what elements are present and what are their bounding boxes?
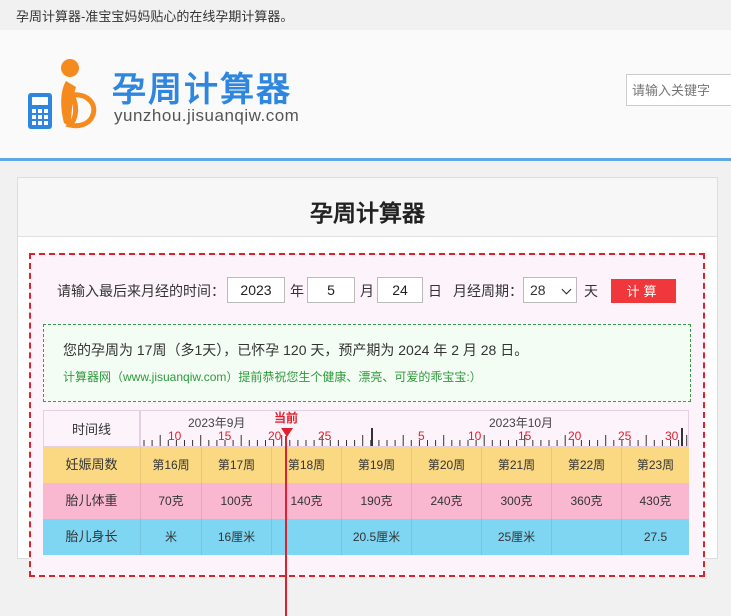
cycle-label: 月经周期： (453, 283, 523, 299)
result-box: 您的孕周为 17周（多1天），已怀孕 120 天，预产期为 2024 年 2 月… (43, 324, 691, 402)
site-header: 孕周计算器 yunzhou.jisuanqiw.com (0, 30, 731, 161)
timeline-cell: 米 (140, 519, 201, 555)
timeline-cell: 第18周 (271, 447, 341, 483)
timeline-cell: 190克 (341, 483, 411, 519)
timeline-cell (411, 519, 481, 555)
timeline-cell: 第19周 (341, 447, 411, 483)
date-ruler: 2023年9月 2023年10月 当前 10 15 20 25 5 10 15 20 25 30 (140, 410, 689, 447)
timeline-row-label: 胎儿身长 (65, 529, 118, 544)
timeline-header-cell: 时间线 (43, 410, 140, 447)
cycle-unit-label: 天 (584, 283, 598, 299)
timeline-cell: 300克 (481, 483, 551, 519)
timeline-cell: 360克 (551, 483, 621, 519)
day-tick-label: 10 (468, 429, 482, 443)
timeline-row-label: 胎儿体重 (65, 493, 118, 508)
current-date-line (285, 436, 287, 616)
timeline-cell: 第17周 (201, 447, 271, 483)
timeline-cell: 第21周 (481, 447, 551, 483)
day-tick-label: 20 (268, 429, 282, 443)
month-unit-label: 月 (360, 283, 374, 299)
cycle-select[interactable]: 28 (523, 277, 577, 303)
now-marker-label: 当前 (274, 411, 299, 425)
day-tick-label: 15 (518, 429, 532, 443)
calculator-panel: 孕周计算器 请输入最后来月经的时间： 年 月 日 月经周期： 28 天 计算 您… (17, 177, 718, 616)
day-input[interactable] (377, 277, 423, 303)
timeline-row: 胎儿体重 70克 100克 140克 190克 240克 300克 360克 430克 (43, 483, 689, 519)
timeline-cell: 27.5 (621, 519, 689, 555)
timeline-cell: 70克 (140, 483, 201, 519)
pregnancy-timeline: 时间线 2023年9月 2023年10月 当前 10 15 20 25 5 10 15 20 2… (43, 410, 689, 616)
timeline-row: 妊娠周数 第16周 第17周 第18周 第19周 第20周 第21周 第22周 第23周 (43, 447, 689, 483)
day-unit-label: 日 (428, 283, 442, 299)
timeline-header-label: 时间线 (71, 422, 111, 437)
day-tick-label: 5 (418, 429, 425, 443)
day-tick-label: 30 (665, 429, 679, 443)
timeline-cell (551, 519, 621, 555)
timeline-cell: 140克 (271, 483, 341, 519)
calculator-box: 请输入最后来月经的时间： 年 月 日 月经周期： 28 天 计算 您的孕周为 1… (29, 253, 705, 616)
day-tick-label: 25 (318, 429, 332, 443)
month-input[interactable] (307, 277, 355, 303)
timeline-cell: 第22周 (551, 447, 621, 483)
panel-header: 孕周计算器 (18, 178, 717, 237)
day-tick-label: 15 (218, 429, 232, 443)
year-input[interactable] (227, 277, 285, 303)
now-marker-icon (281, 428, 293, 437)
day-tick-label: 20 (568, 429, 582, 443)
timeline-cell: 25厘米 (481, 519, 551, 555)
timeline-cell: 100克 (201, 483, 271, 519)
lmp-prompt-label: 请输入最后来月经的时间： (57, 283, 225, 299)
year-unit-label: 年 (290, 283, 304, 299)
result-summary: 您的孕周为 17周（多1天），已怀孕 120 天，预产期为 2024 年 2 月… (63, 342, 529, 358)
timeline-cell: 第20周 (411, 447, 481, 483)
site-tagline: 孕周计算器-准宝宝妈妈贴心的在线孕期计算器。 (16, 9, 294, 24)
logo-title[interactable]: 孕周计算器 (112, 62, 292, 111)
timeline-cell: 第16周 (140, 447, 201, 483)
calculate-button[interactable]: 计算 (611, 279, 676, 303)
logo-domain: yunzhou.jisuanqiw.com (114, 106, 300, 125)
timeline-cell: 第23周 (621, 447, 689, 483)
timeline-cell: 240克 (411, 483, 481, 519)
day-tick-label: 10 (168, 429, 182, 443)
result-blessing: 计算器网（www.jisuanqiw.com）提前恭祝您生个健康、漂亮、可爱的乖… (63, 370, 482, 384)
timeline-row: 胎儿身长 米 16厘米 20.5厘米 25厘米 27.5 (43, 519, 689, 555)
timeline-cell: 430克 (621, 483, 689, 519)
timeline-cell (271, 519, 341, 555)
day-tick-label: 25 (618, 429, 632, 443)
timeline-cell: 16厘米 (201, 519, 271, 555)
timeline-cell: 20.5厘米 (341, 519, 411, 555)
logo-icon[interactable] (26, 57, 98, 131)
page-title: 孕周计算器 (310, 200, 425, 226)
search-input[interactable] (626, 74, 731, 106)
timeline-row-label: 妊娠周数 (65, 457, 118, 472)
cycle-select-value: 28 (530, 282, 546, 298)
chevron-down-icon (561, 284, 572, 295)
top-bar: 孕周计算器-准宝宝妈妈贴心的在线孕期计算器。 (0, 0, 731, 30)
